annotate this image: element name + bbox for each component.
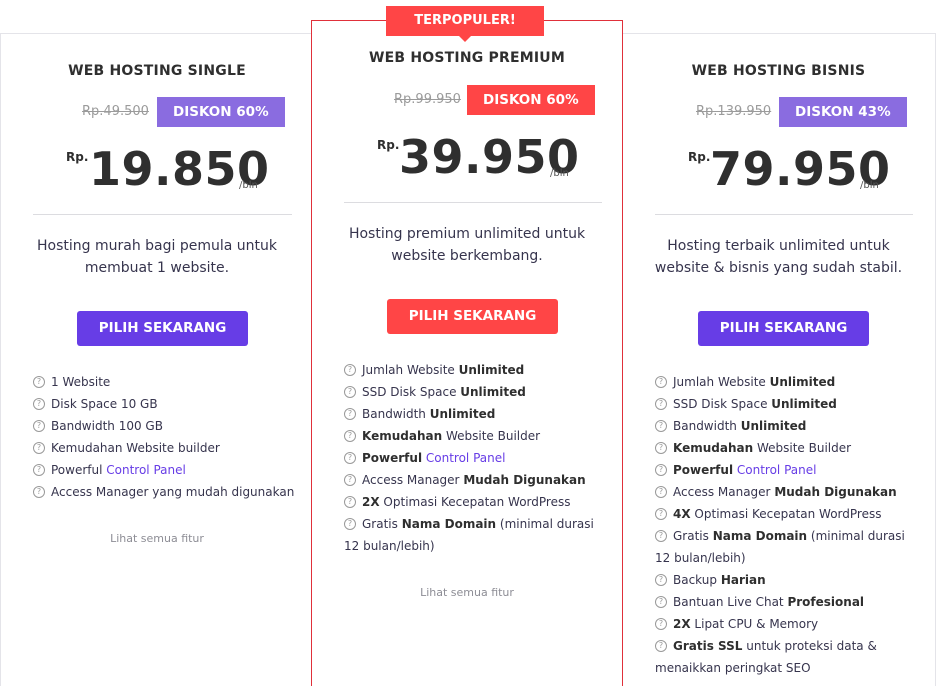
list-item: ? Gratis Nama Domain (minimal durasi 12 b… [344,517,594,553]
question-circle-icon[interactable]: ? [344,363,356,376]
question-circle-icon[interactable]: ? [33,485,45,498]
question-circle-icon[interactable]: ? [33,375,45,388]
list-item: ? Kemudahan Website Builder [344,425,604,447]
plan-title: WEB HOSTING SINGLE [68,63,246,79]
question-circle-icon[interactable]: ? [655,595,667,608]
control-panel-link[interactable]: Control Panel [422,451,506,465]
list-item: ? Powerful Control Panel [344,447,604,469]
question-circle-icon[interactable]: ? [344,385,356,398]
question-circle-icon[interactable]: ? [655,419,667,432]
list-item: ? Access Manager Mudah Digunakan [655,481,917,503]
currency-label: Rp. [377,138,400,152]
list-item: ? Bandwidth 100 GB [33,415,294,437]
list-item: ? Jumlah Website Unlimited [344,359,604,381]
list-item: ? Disk Space 10 GB [33,393,294,415]
control-panel-link[interactable]: Control Panel [733,463,817,477]
divider [344,202,602,203]
question-circle-icon[interactable]: ? [344,429,356,442]
discount-badge: DISKON 43% [779,97,907,127]
plan-title: WEB HOSTING PREMIUM [369,50,565,66]
list-item: ? SSD Disk Space Unlimited [655,393,917,415]
feature-list: ? 1 Website ? Disk Space 10 GB ? Bandwidth … [33,371,294,503]
price-period: /bln [239,180,258,191]
divider [655,214,913,215]
list-item: ? Access Manager yang mudah digunakan [33,481,294,503]
choose-plan-button[interactable]: PILIH SEKARANG [77,311,248,346]
question-circle-icon[interactable]: ? [655,507,667,520]
list-item: ? 4X Optimasi Kecepatan WordPress [655,503,917,525]
list-item: ? SSD Disk Space Unlimited [344,381,604,403]
question-circle-icon[interactable]: ? [344,451,356,464]
question-circle-icon[interactable]: ? [655,573,667,586]
old-price: Rp.139.950 [696,104,772,119]
question-circle-icon[interactable]: ? [655,639,667,652]
popular-badge: TERPOPULER! [386,6,544,42]
question-circle-icon[interactable]: ? [655,617,667,630]
discount-badge: DISKON 60% [467,85,595,115]
question-circle-icon[interactable]: ? [344,517,356,530]
old-price: Rp.49.500 [82,104,149,119]
see-all-features-link[interactable]: Lihat semua fitur [312,586,622,599]
plan-description: Hosting premium unlimited untuk website … [348,226,586,264]
question-circle-icon[interactable]: ? [655,485,667,498]
plan-card-bisnis: WEB HOSTING BISNIS Rp.139.950 DISKON 43%… [622,33,936,686]
list-item: ? Bandwidth Unlimited [344,403,604,425]
plan-description: Hosting murah bagi pemula untuk membuat … [37,238,277,276]
see-all-features-link[interactable]: Lihat semua fitur [1,532,313,545]
plan-card-premium: TERPOPULER! WEB HOSTING PREMIUM Rp.99.95… [311,6,623,686]
question-circle-icon[interactable]: ? [655,375,667,388]
choose-plan-button[interactable]: PILIH SEKARANG [387,299,558,334]
list-item: ? Bandwidth Unlimited [655,415,917,437]
list-item: ? Gratis Nama Domain (minimal durasi 12 b… [655,529,905,565]
question-circle-icon[interactable]: ? [33,419,45,432]
question-circle-icon[interactable]: ? [33,441,45,454]
list-item: ? 2X Lipat CPU & Memory [655,613,917,635]
question-circle-icon[interactable]: ? [344,495,356,508]
discount-badge: DISKON 60% [157,97,285,127]
question-circle-icon[interactable]: ? [655,397,667,410]
list-item: ? Kemudahan Website Builder [655,437,917,459]
list-item: ? Gratis SSL untuk proteksi data & menaik… [655,639,877,675]
feature-list: ? Jumlah Website Unlimited ? SSD Disk Spac… [344,359,604,557]
list-item: ? Backup Harian [655,569,917,591]
list-item: ? Access Manager Mudah Digunakan [344,469,604,491]
list-item: ? Powerful Control Panel [33,459,294,481]
divider [33,214,292,215]
question-circle-icon[interactable]: ? [344,473,356,486]
old-price: Rp.99.950 [394,92,461,107]
question-circle-icon[interactable]: ? [655,463,667,476]
currency-label: Rp. [66,150,89,164]
plan-title: WEB HOSTING BISNIS [691,63,866,79]
plan-description: Hosting terbaik unlimited untuk website … [654,238,903,276]
list-item: ? Bantuan Live Chat Profesional [655,591,917,613]
list-item: ? 2X Optimasi Kecepatan WordPress [344,491,604,513]
question-circle-icon[interactable]: ? [655,529,667,542]
question-circle-icon[interactable]: ? [344,407,356,420]
feature-list: ? Jumlah Website Unlimited ? SSD Disk Spac… [655,371,917,679]
list-item: ? Jumlah Website Unlimited [655,371,917,393]
list-item: ? Powerful Control Panel [655,459,917,481]
control-panel-link[interactable]: Control Panel [106,463,186,477]
plan-card-single: WEB HOSTING SINGLE Rp.49.500 DISKON 60% … [0,33,313,686]
question-circle-icon[interactable]: ? [33,397,45,410]
price-period: /bln [860,180,879,191]
question-circle-icon[interactable]: ? [655,441,667,454]
price-period: /bln [550,168,569,179]
currency-label: Rp. [688,150,711,164]
choose-plan-button[interactable]: PILIH SEKARANG [698,311,869,346]
list-item: ? Kemudahan Website builder [33,437,294,459]
question-circle-icon[interactable]: ? [33,463,45,476]
list-item: ? 1 Website [33,371,294,393]
